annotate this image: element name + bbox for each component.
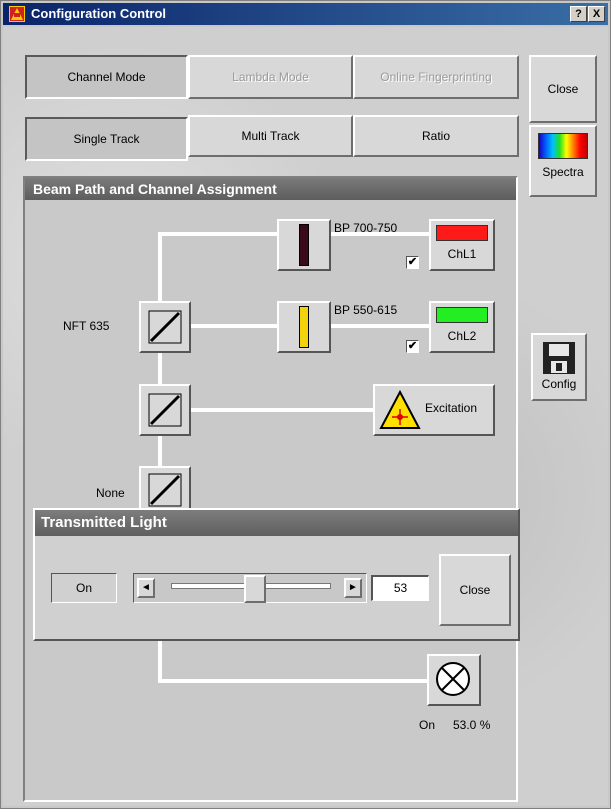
- lamp-state: On: [419, 718, 436, 732]
- lamp-icon: [436, 662, 470, 696]
- ratio-tab[interactable]: Ratio: [353, 115, 519, 157]
- channel-mode-tab[interactable]: Channel Mode: [25, 55, 188, 99]
- app-icon: [9, 6, 25, 22]
- channel-1-checkbox[interactable]: ✔: [406, 256, 419, 269]
- filter-2-swatch: [299, 306, 309, 348]
- spectrum-icon: [538, 133, 588, 159]
- window-close-button[interactable]: X: [588, 6, 605, 22]
- channel-1-color: [436, 225, 488, 241]
- spectra-button[interactable]: Spectra: [529, 125, 597, 197]
- dichroic-1-label: NFT 635: [63, 319, 110, 333]
- dichroic-3[interactable]: [139, 466, 191, 510]
- config-label: Config: [541, 377, 577, 391]
- tab-label: Lambda Mode: [232, 70, 309, 84]
- title-bar: Configuration Control ? X: [3, 3, 608, 25]
- lamp-percent: 53.0 %: [453, 718, 491, 732]
- laser-warning-icon: [379, 390, 421, 429]
- filter-1-swatch: [299, 224, 309, 266]
- tab-label: Multi Track: [241, 129, 300, 143]
- beam-line-mid-right: [331, 324, 431, 328]
- floppy-disk-icon: [542, 341, 576, 375]
- close-button[interactable]: Close: [529, 55, 597, 123]
- transmitted-light-title: Transmitted Light: [35, 510, 518, 536]
- slider-left-arrow-icon[interactable]: ◄: [137, 578, 155, 598]
- lambda-mode-tab[interactable]: Lambda Mode: [188, 55, 353, 99]
- excitation-button[interactable]: Excitation: [373, 384, 495, 436]
- online-fingerprinting-tab[interactable]: Online Fingerprinting: [353, 55, 519, 99]
- help-button[interactable]: ?: [570, 6, 587, 22]
- tab-label: Channel Mode: [67, 70, 146, 84]
- filter-1-label: BP 700-750: [334, 221, 398, 235]
- configuration-control-window: Configuration Control ? X Channel Mode L…: [0, 0, 611, 809]
- beam-path-title: Beam Path and Channel Assignment: [25, 178, 516, 200]
- excitation-label: Excitation: [425, 401, 478, 415]
- transmitted-light-close-button[interactable]: Close: [439, 554, 511, 626]
- beam-line-bottom: [158, 679, 430, 683]
- filter-2[interactable]: [277, 301, 331, 353]
- beam-line-mid: [191, 324, 279, 328]
- dichroic-2[interactable]: [139, 384, 191, 436]
- beam-line-excitation: [191, 408, 373, 412]
- dichroic-1[interactable]: [139, 301, 191, 353]
- channel-1-button[interactable]: ChL1: [429, 219, 495, 271]
- window-title: Configuration Control: [31, 6, 167, 21]
- close-label: Close: [459, 583, 491, 597]
- multi-track-tab[interactable]: Multi Track: [188, 115, 353, 157]
- beam-line-top: [158, 232, 278, 236]
- channel-2-label: ChL2: [447, 329, 477, 343]
- filter-1[interactable]: [277, 219, 331, 271]
- config-button[interactable]: Config: [531, 333, 587, 401]
- spectra-label: Spectra: [542, 165, 584, 179]
- close-label: Close: [547, 82, 579, 96]
- dichroic-3-label: None: [96, 486, 125, 500]
- slider-thumb[interactable]: [244, 575, 267, 603]
- dichroic-mirror-icon: [148, 393, 182, 427]
- dichroic-mirror-icon: [148, 310, 182, 344]
- slider-right-arrow-icon[interactable]: ►: [344, 578, 362, 598]
- dichroic-mirror-icon: [148, 473, 182, 507]
- channel-2-button[interactable]: ChL2: [429, 301, 495, 353]
- tab-label: Ratio: [421, 129, 450, 143]
- channel-2-color: [436, 307, 488, 323]
- transmitted-light-state[interactable]: On: [51, 573, 117, 603]
- channel-1-label: ChL1: [447, 247, 477, 261]
- tab-label: Single Track: [73, 132, 140, 146]
- single-track-tab[interactable]: Single Track: [25, 117, 188, 161]
- channel-2-checkbox[interactable]: ✔: [406, 340, 419, 353]
- lamp-button[interactable]: [427, 654, 481, 706]
- transmitted-light-value-field[interactable]: 53: [371, 575, 429, 601]
- filter-2-label: BP 550-615: [334, 303, 398, 317]
- tab-label: Online Fingerprinting: [380, 70, 492, 84]
